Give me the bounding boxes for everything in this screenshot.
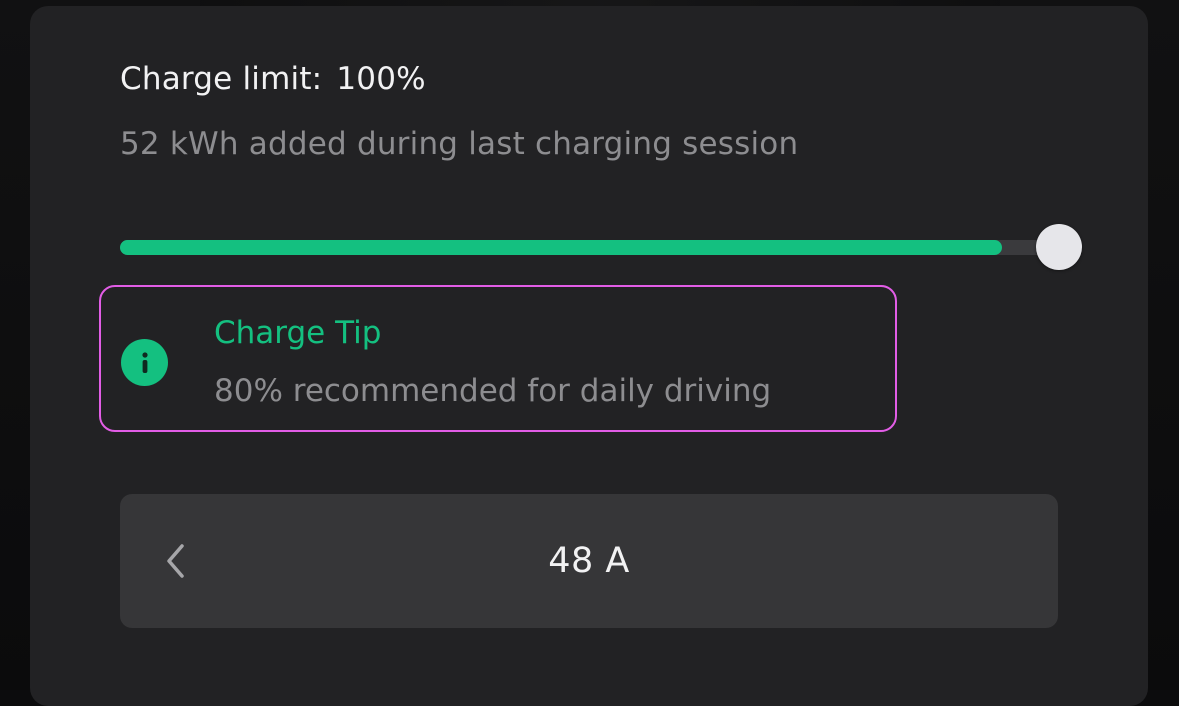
chevron-left-icon[interactable] [156, 538, 196, 584]
charge-limit-row: Charge limit: 100% [120, 58, 426, 100]
info-icon-glyph [141, 351, 148, 373]
charge-limit-label: Charge limit: [120, 61, 323, 97]
info-icon [121, 339, 168, 386]
charge-tip-card[interactable]: Charge Tip 80% recommended for daily dri… [99, 285, 897, 432]
amperage-value: 48 A [548, 541, 630, 581]
charge-tip-body: 80% recommended for daily driving [214, 373, 772, 409]
slider-fill [120, 240, 1002, 255]
slider-thumb[interactable] [1036, 224, 1082, 270]
charge-limit-value: 100% [336, 61, 426, 97]
chevron-left-glyph [167, 544, 184, 578]
charge-limit-slider[interactable] [120, 224, 1082, 270]
amperage-control: 48 A [120, 494, 1058, 628]
session-energy-text: 52 kWh added during last charging sessio… [120, 126, 799, 162]
charge-tip-title: Charge Tip [214, 315, 382, 351]
